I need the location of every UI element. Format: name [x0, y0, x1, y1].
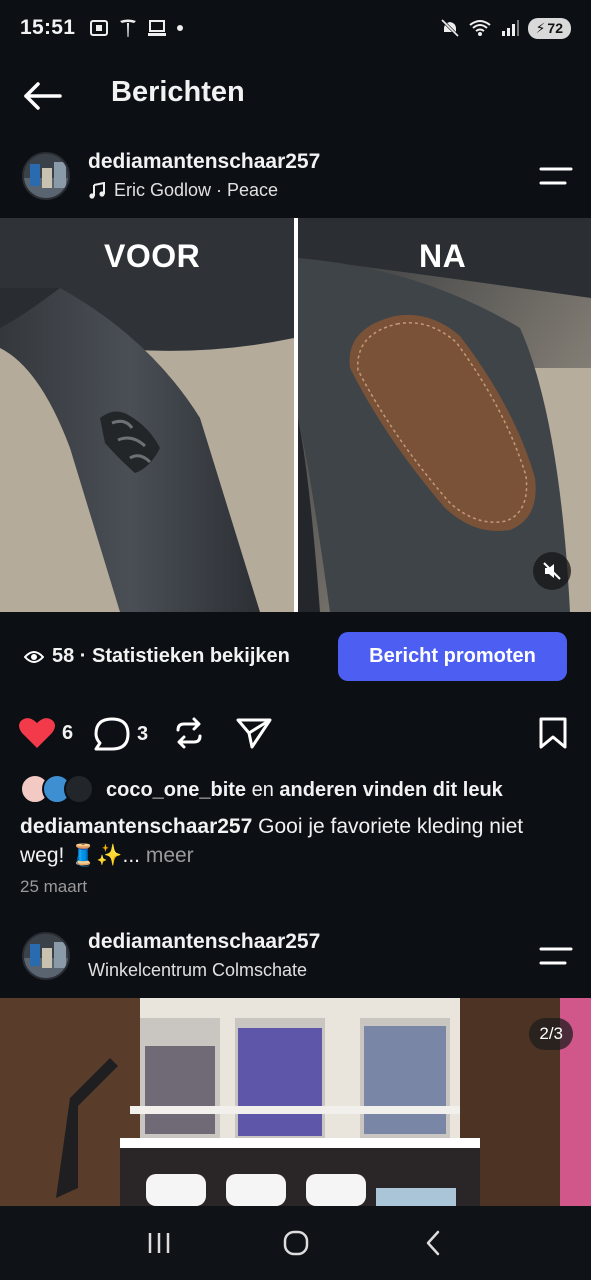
recent-apps-icon	[148, 1233, 169, 1253]
save-button[interactable]	[538, 716, 568, 750]
chevron-left-icon	[426, 1230, 439, 1256]
send-icon	[236, 718, 272, 749]
battery-level: 72	[547, 20, 563, 36]
menu-icon[interactable]	[539, 164, 573, 190]
screenshot-icon	[90, 20, 109, 36]
post-actions: 6 3	[0, 712, 591, 762]
recent-apps-button[interactable]	[139, 1223, 179, 1263]
heart-icon	[19, 718, 55, 748]
status-system-icons: ⚡ 72	[440, 17, 571, 39]
system-navigation-bar	[0, 1206, 591, 1280]
post-media[interactable]: VOOR NA	[0, 218, 591, 612]
page-title: Berichten	[111, 76, 245, 108]
post-header: dediamantenschaar257 Winkelcentrum Colms…	[0, 916, 591, 998]
signal-icon	[501, 20, 519, 36]
comments-count: 3	[137, 722, 149, 745]
desktop-icon	[148, 20, 167, 36]
comment-button[interactable]: 3	[93, 716, 148, 752]
battery-icon: ⚡	[535, 19, 546, 36]
music-note-icon	[89, 181, 105, 199]
status-time: 15:51	[20, 16, 76, 39]
mute-icon	[440, 18, 459, 38]
liked-by-line[interactable]: coco_one_bite en anderen vinden dit leuk	[20, 773, 503, 807]
mute-toggle-button[interactable]	[533, 552, 571, 590]
status-bar: 15:51 ⚡ 72	[0, 0, 591, 56]
tesla-icon	[120, 19, 137, 37]
post-header: dediamantenschaar257 Eric Godlow · Peace	[0, 136, 591, 218]
back-arrow-icon[interactable]	[22, 80, 62, 112]
liked-by-connector: en	[246, 778, 280, 801]
avatar[interactable]	[22, 152, 70, 200]
views-label: 58 · Statistieken bekijken	[52, 645, 290, 667]
post-music[interactable]: Eric Godlow · Peace	[88, 180, 278, 201]
post-stats-row: 58 · Statistieken bekijken Bericht promo…	[0, 612, 591, 700]
comment-icon	[94, 717, 130, 751]
avatar[interactable]	[22, 932, 70, 980]
dot-icon	[177, 25, 184, 31]
home-button[interactable]	[276, 1223, 316, 1263]
store-shelf-photo	[0, 998, 591, 1206]
home-icon	[283, 1230, 308, 1256]
carousel-page-indicator: 2/3	[529, 1018, 573, 1050]
avatar	[64, 774, 94, 804]
before-after-photo	[0, 218, 591, 612]
promote-button[interactable]: Bericht promoten	[338, 632, 567, 681]
post-location[interactable]: Winkelcentrum Colmschate	[88, 960, 307, 981]
battery-indicator: ⚡ 72	[527, 17, 571, 39]
post-caption: dediamantenschaar257 Gooi je favoriete k…	[20, 812, 570, 870]
post-date: 25 maart	[20, 877, 88, 896]
post-username[interactable]: dediamantenschaar257	[88, 150, 320, 174]
location-label: Winkelcentrum Colmschate	[88, 960, 308, 980]
speaker-muted-icon	[543, 562, 561, 580]
before-label: VOOR	[104, 238, 201, 274]
status-notification-icons	[89, 18, 184, 38]
liked-by-avatars	[20, 774, 96, 806]
wifi-icon	[468, 20, 491, 36]
music-label: Eric Godlow · Peace	[114, 180, 279, 200]
eye-icon	[24, 650, 44, 663]
likes-count: 6	[62, 721, 74, 744]
share-button[interactable]	[235, 716, 273, 750]
caption-more-link[interactable]: meer	[140, 844, 194, 867]
menu-icon[interactable]	[539, 944, 573, 970]
after-label: NA	[419, 238, 467, 274]
view-statistics-link[interactable]: 58 · Statistieken bekijken	[24, 645, 290, 668]
app-header: Berichten	[0, 56, 591, 136]
caption-username[interactable]: dediamantenschaar257	[20, 815, 252, 838]
post-media[interactable]: 2/3	[0, 998, 591, 1206]
like-button[interactable]: 6	[18, 716, 73, 750]
repost-button[interactable]	[172, 716, 206, 750]
liked-by-user: coco_one_bite	[106, 778, 247, 801]
repost-icon	[176, 717, 202, 749]
liked-by-others: anderen vinden dit leuk	[279, 778, 503, 801]
bookmark-icon	[539, 717, 567, 749]
post-username[interactable]: dediamantenschaar257	[88, 930, 320, 954]
back-button[interactable]	[413, 1223, 453, 1263]
